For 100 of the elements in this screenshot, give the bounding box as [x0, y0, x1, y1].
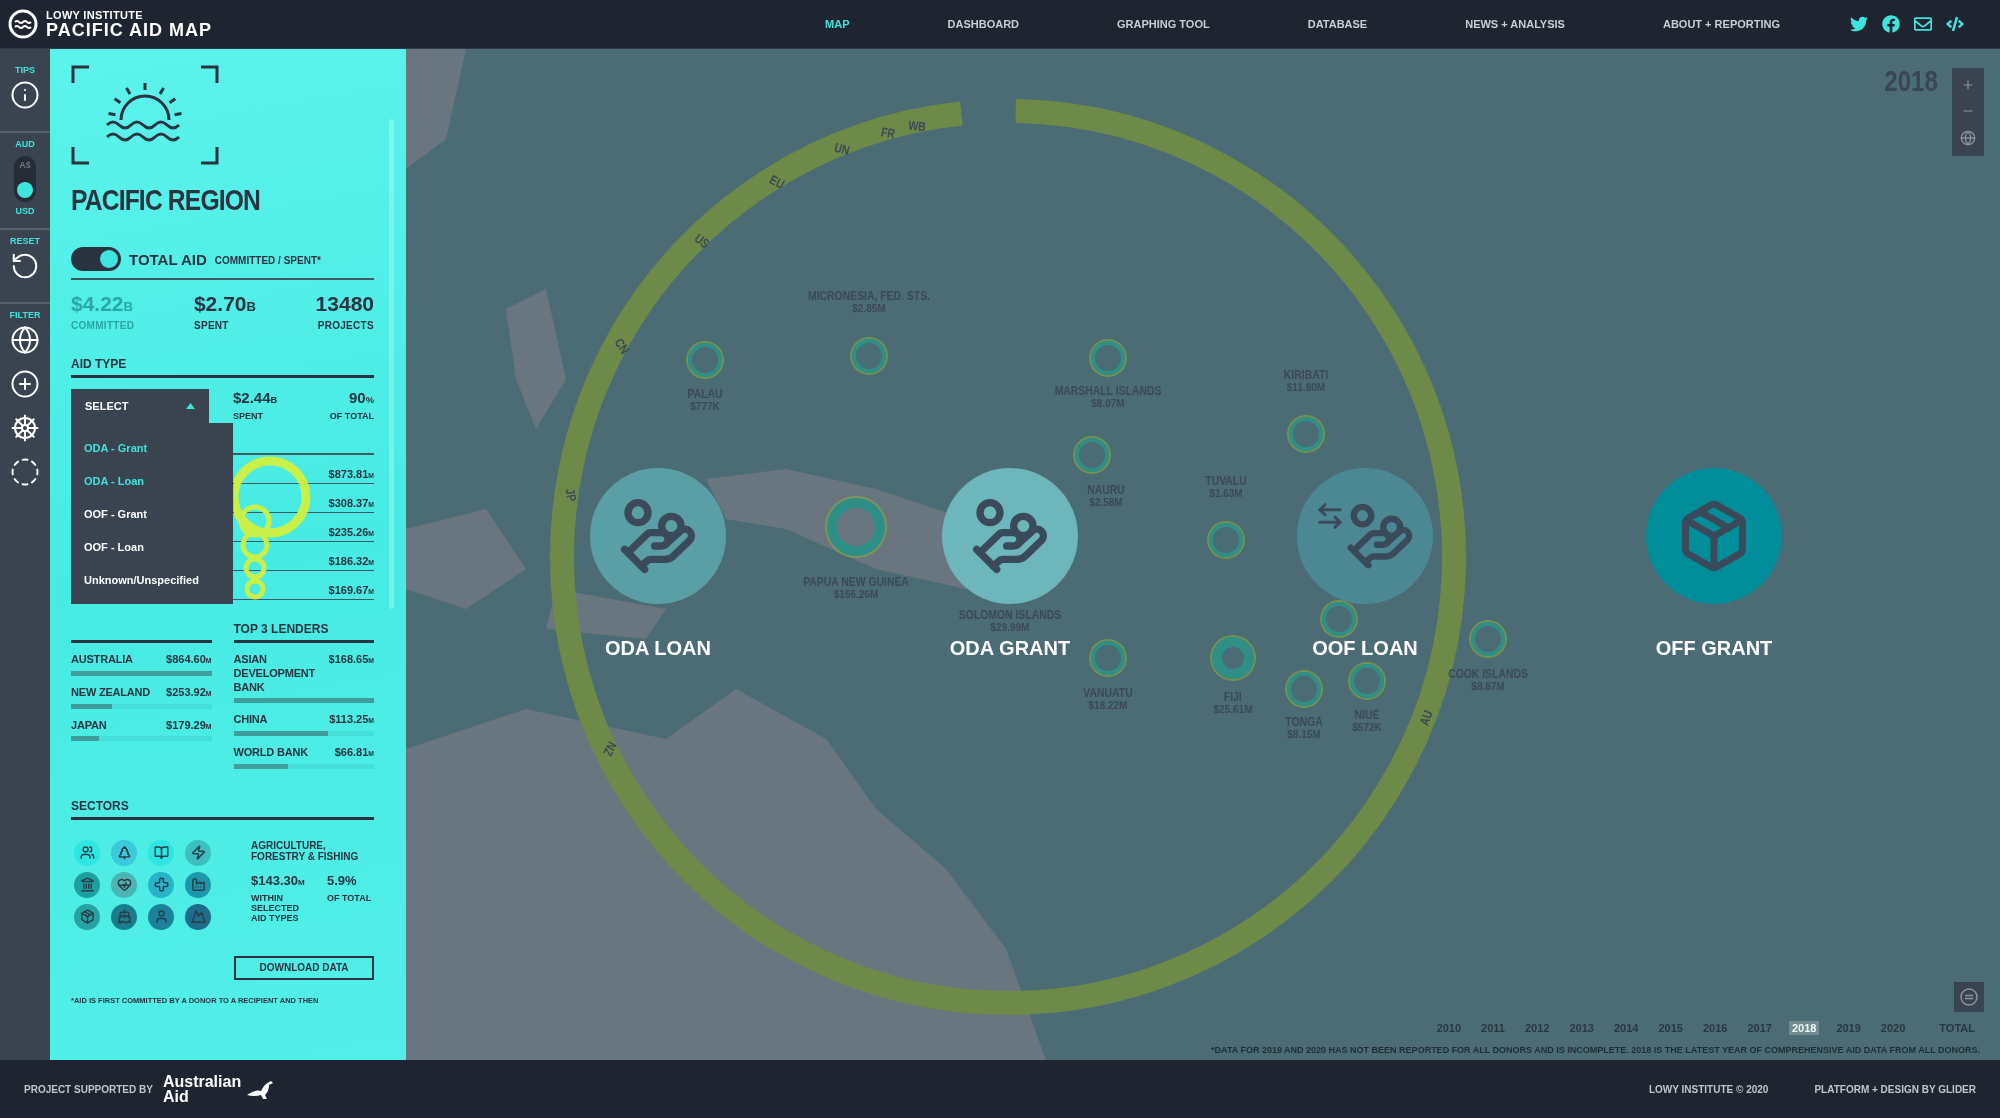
country-marker[interactable] [827, 498, 885, 556]
stat-label: SPENT [193, 320, 229, 331]
spent-value: $2.44B [233, 389, 278, 406]
nav-link[interactable]: NEWS + ANALYSIS [1465, 18, 1565, 30]
legend-button[interactable] [1954, 982, 1984, 1012]
sector-button[interactable] [185, 903, 211, 930]
total-aid-label: TOTAL AID [129, 250, 207, 268]
sector-value-label: WITHIN SELECTED AID TYPES [251, 893, 300, 924]
sector-title: AGRICULTURE, FORESTRY & FISHING [251, 839, 360, 863]
country-marker[interactable] [1209, 523, 1243, 557]
sector-button[interactable] [74, 839, 100, 866]
country-marker[interactable] [1289, 417, 1323, 451]
scrollbar[interactable] [389, 119, 394, 609]
data-note: *DATA FOR 2019 AND 2020 HAS NOT BEEN REPORTED FOR ALL DONORS AND IS INCOMPLETE. 2018 IS THE LATEST YEAR OF COMPREHENSIVE AID DATA FROM ALL DONORS. [1211, 1045, 1980, 1055]
reset-icon[interactable] [10, 251, 40, 281]
aid-type-label: ODA LOAN [605, 636, 711, 660]
share-label: OF TOTAL [329, 411, 374, 421]
total-aid-sublabel: COMMITTED / SPENT* [214, 255, 321, 266]
country-marker[interactable] [1212, 637, 1254, 679]
aid-type-label: OFF GRANT [1655, 636, 1773, 660]
hand-coin-icon [618, 496, 698, 576]
heartbeat-icon [116, 877, 132, 893]
mail-icon[interactable] [1914, 15, 1932, 33]
sector-value: $143.30M [251, 872, 306, 888]
stat-label: COMMITTED [71, 320, 135, 331]
nav-link[interactable]: ABOUT + REPORTING [1662, 18, 1780, 30]
tree-icon [116, 845, 132, 861]
nav-link[interactable]: MAP [825, 18, 850, 30]
aid-type-select[interactable]: SELECT [71, 389, 209, 423]
sector-button[interactable] [74, 903, 100, 930]
currency-label: AUD [15, 139, 35, 149]
country-marker[interactable] [1287, 672, 1321, 706]
donor-code: EU [767, 172, 787, 192]
aid-type-label: ODA GRANT [949, 636, 1071, 660]
donor-code: WB [907, 117, 927, 135]
plus-circle-icon[interactable] [10, 369, 40, 399]
sector-button[interactable] [111, 903, 137, 930]
region-title: PACIFIC REGION [71, 185, 261, 215]
sector-button[interactable] [185, 839, 211, 866]
tips-label: TIPS [15, 65, 35, 75]
donor-code: US [691, 230, 713, 252]
donor-code: CN [611, 335, 633, 357]
sector-button[interactable] [185, 871, 211, 898]
ship-icon [116, 909, 132, 925]
person-icon [153, 909, 169, 925]
bank-icon [79, 877, 95, 893]
timeline-year[interactable]: 2018 [1788, 1021, 1820, 1035]
nav-link[interactable]: GRAPHING TOOL [1117, 18, 1210, 30]
stat-value: $2.70B [193, 292, 256, 316]
sector-button[interactable] [148, 903, 174, 930]
country-marker[interactable] [688, 343, 722, 377]
copyright: LOWY INSTITUTE © 2020 [1648, 1083, 1769, 1095]
country-marker[interactable] [1075, 438, 1109, 472]
menu-option[interactable]: ODA - Grant [71, 431, 233, 464]
aid-logo-text: Australian Aid [162, 1073, 243, 1105]
lightning-icon [190, 845, 206, 861]
menu-option[interactable]: OOF - Grant [71, 497, 233, 530]
nav-link[interactable]: DATABASE [1307, 18, 1368, 30]
country-marker[interactable] [1091, 341, 1125, 375]
sector-button[interactable] [111, 871, 137, 898]
globe-icon[interactable] [10, 325, 40, 355]
wheel-icon[interactable] [10, 413, 40, 443]
supported-label: PROJECT SUPPORTED BY [24, 1083, 153, 1095]
sector-button[interactable] [148, 839, 174, 866]
sunset-waves-icon [71, 65, 219, 165]
equals-circle-icon [1960, 988, 1978, 1006]
donor-name: AUSTRALIA [71, 653, 133, 667]
currency-label: USD [15, 206, 35, 216]
logo-subtitle: LOWY INSTITUTE [46, 9, 144, 21]
download-button[interactable]: DOWNLOAD DATA [234, 955, 374, 980]
facebook-icon[interactable] [1882, 15, 1900, 33]
donor-code: FR [879, 124, 897, 142]
info-icon[interactable] [10, 80, 40, 110]
section-heading: AID TYPE [71, 357, 128, 371]
credit: PLATFORM + DESIGN BY GLIDER [1814, 1083, 1976, 1095]
box-icon [79, 909, 95, 925]
donor-name: WORLD BANK [233, 746, 308, 760]
menu-option[interactable]: OOF - Loan [71, 530, 233, 563]
hand-coin-icon [970, 496, 1050, 576]
sector-button[interactable] [74, 871, 100, 898]
filter-label: FILTER [9, 310, 41, 320]
country-marker[interactable] [1091, 641, 1125, 675]
caret-icon [186, 403, 195, 409]
country-marker[interactable] [1471, 622, 1505, 656]
nav-link[interactable]: DASHBOARD [947, 18, 1019, 30]
share-value: 90% [349, 389, 374, 406]
sector-button[interactable] [148, 871, 174, 898]
book-icon [153, 845, 169, 861]
menu-option[interactable]: Unknown/Unspecified [71, 563, 233, 596]
cross-icon [153, 877, 169, 893]
spent-label: SPENT [233, 411, 263, 421]
donor-code: JP [562, 487, 580, 503]
country-marker[interactable] [852, 339, 886, 373]
twitter-icon[interactable] [1850, 15, 1868, 33]
code-icon[interactable] [1946, 15, 1964, 33]
sector-button[interactable] [111, 839, 137, 866]
total-aid-switch[interactable] [71, 247, 121, 271]
logo-title: PACIFIC AID MAP [46, 20, 212, 39]
country-marker[interactable] [1350, 664, 1384, 698]
menu-option[interactable]: ODA - Loan [71, 464, 233, 497]
